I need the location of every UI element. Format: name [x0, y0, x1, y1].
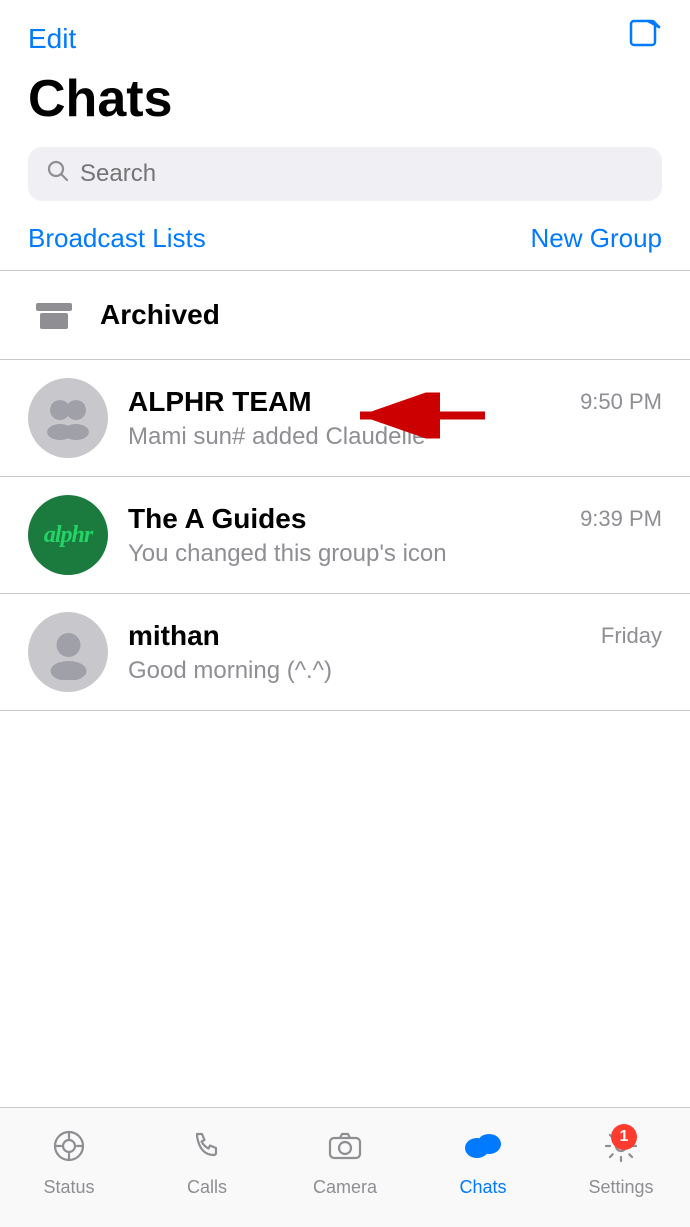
broadcast-lists-button[interactable]: Broadcast Lists: [28, 223, 206, 254]
chat-name: mithan: [128, 620, 220, 652]
header: Edit Chats: [0, 0, 690, 201]
tab-calls[interactable]: Calls: [167, 1128, 247, 1198]
tab-status-label: Status: [43, 1177, 94, 1198]
chat-preview: Mami sun# added Claudelle: [128, 423, 662, 451]
chat-time: 9:50 PM: [580, 389, 662, 415]
tab-chats[interactable]: Chats: [443, 1128, 523, 1198]
status-icon: [51, 1128, 87, 1173]
avatar-text: alphr: [44, 522, 92, 549]
new-group-button[interactable]: New Group: [531, 223, 663, 254]
list-item[interactable]: alphr The A Guides 9:39 PM You changed t…: [0, 477, 690, 594]
archived-label: Archived: [100, 299, 220, 331]
avatar: [28, 378, 108, 458]
search-icon: [46, 159, 70, 189]
chat-time: Friday: [601, 623, 662, 649]
archived-row[interactable]: Archived: [0, 271, 690, 360]
action-row: Broadcast Lists New Group: [0, 223, 690, 271]
settings-badge: 1: [611, 1124, 637, 1150]
compose-icon[interactable]: [628, 18, 662, 59]
chat-list: Archived ALPHR TEAM 9:50 PM Mami sun# ad…: [0, 271, 690, 711]
settings-icon: 1: [603, 1128, 639, 1173]
tab-camera[interactable]: Camera: [305, 1128, 385, 1198]
chat-preview: You changed this group's icon: [128, 540, 662, 568]
chat-preview: Good morning (^.^): [128, 657, 662, 685]
camera-icon: [327, 1128, 363, 1173]
tab-bar: Status Calls Camera Cha: [0, 1107, 690, 1227]
tab-chats-label: Chats: [459, 1177, 506, 1198]
chat-content: The A Guides 9:39 PM You changed this gr…: [128, 503, 662, 568]
tab-settings-label: Settings: [588, 1177, 653, 1198]
chat-content: ALPHR TEAM 9:50 PM Mami sun# added Claud…: [128, 386, 662, 451]
search-input[interactable]: [80, 160, 644, 188]
chat-time: 9:39 PM: [580, 506, 662, 532]
chats-icon: [463, 1128, 503, 1173]
avatar: alphr: [28, 495, 108, 575]
avatar: [28, 612, 108, 692]
page-title: Chats: [28, 69, 662, 129]
tab-settings[interactable]: 1 Settings: [581, 1128, 661, 1198]
tab-calls-label: Calls: [187, 1177, 227, 1198]
chat-content: mithan Friday Good morning (^.^): [128, 620, 662, 685]
search-bar[interactable]: [28, 147, 662, 201]
chat-name: ALPHR TEAM: [128, 386, 312, 418]
tab-camera-label: Camera: [313, 1177, 377, 1198]
tab-status[interactable]: Status: [29, 1128, 109, 1198]
chat-name: The A Guides: [128, 503, 306, 535]
list-item[interactable]: ALPHR TEAM 9:50 PM Mami sun# added Claud…: [0, 360, 690, 477]
list-item[interactable]: mithan Friday Good morning (^.^): [0, 594, 690, 711]
archive-icon: [28, 289, 80, 341]
edit-button[interactable]: Edit: [28, 23, 76, 55]
calls-icon: [189, 1128, 225, 1173]
